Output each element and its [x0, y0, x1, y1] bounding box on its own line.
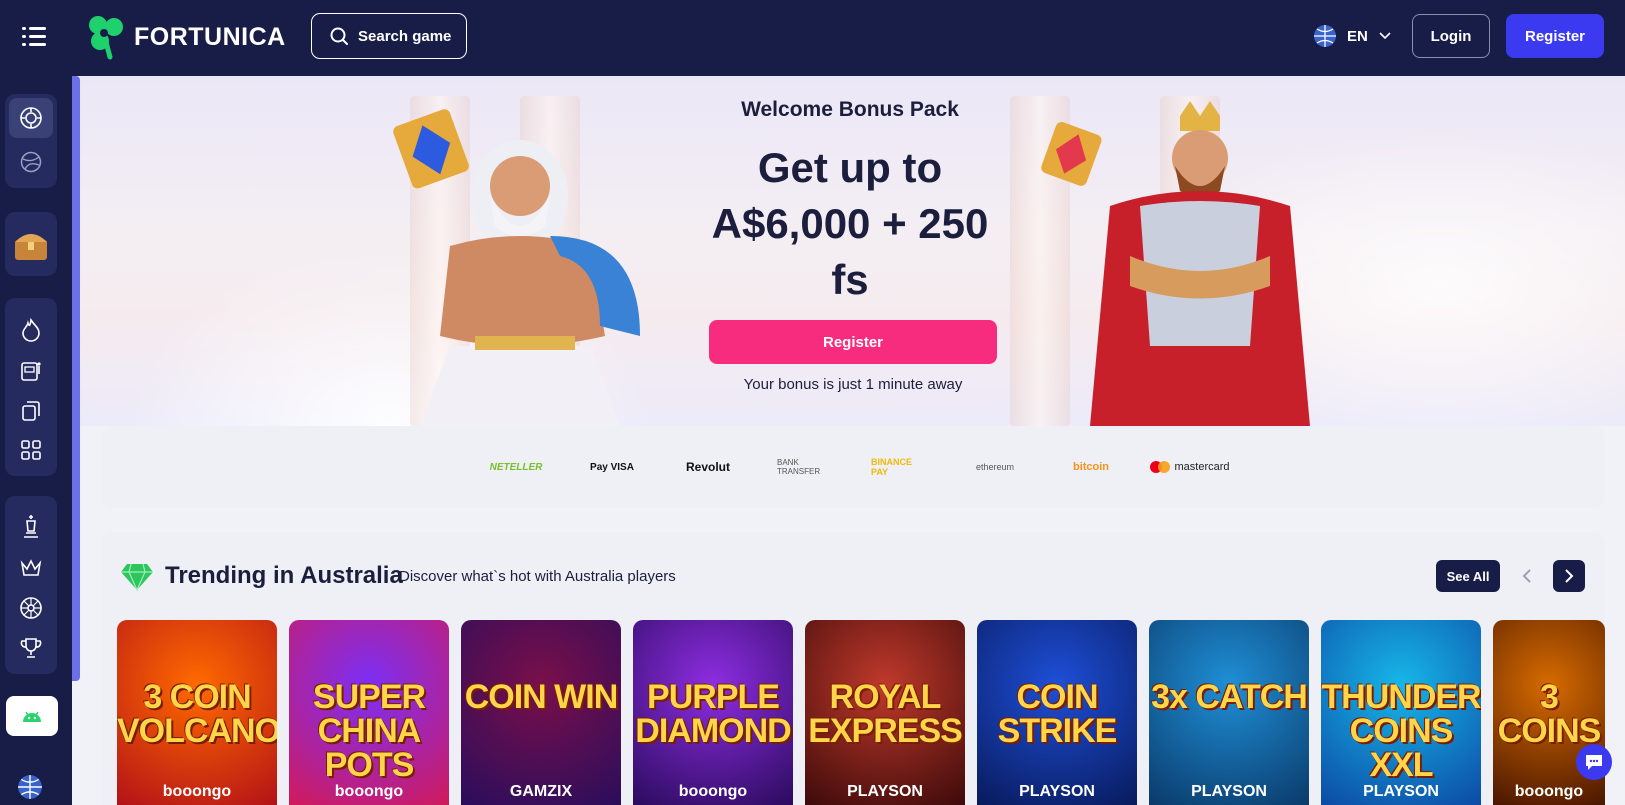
hero-banner: Welcome Bonus Pack Get up to A$6,000 + 2…	[80, 76, 1625, 426]
game-provider: PLAYSON	[1363, 783, 1439, 800]
diamond-icon	[121, 563, 153, 592]
brand-name: FORTUNICA	[134, 22, 286, 51]
hamburger-menu-icon[interactable]	[22, 24, 50, 48]
game-tile[interactable]: PURPLE DIAMOND booongo	[633, 620, 793, 805]
register-button[interactable]: Register	[1506, 14, 1604, 58]
hero-title-line: Get up to	[757, 144, 943, 191]
neteller-logo: NETELLER	[489, 461, 543, 473]
game-tile[interactable]: 3x CATCH PLAYSON	[1149, 620, 1309, 805]
language-code: EN	[1347, 27, 1368, 45]
game-title: COIN WIN	[464, 678, 619, 716]
game-provider: booongo	[162, 783, 232, 800]
language-selector[interactable]: EN	[1313, 20, 1392, 52]
sidebar-group-categories	[5, 298, 57, 476]
sidebar	[0, 76, 72, 805]
mastercard-icon	[1150, 461, 1171, 473]
clover-logo-icon	[89, 16, 123, 60]
search-icon	[330, 27, 348, 45]
carousel-next-button[interactable]	[1553, 560, 1585, 592]
login-button[interactable]: Login	[1412, 14, 1490, 58]
casino-chip-icon[interactable]	[9, 98, 53, 138]
game-tile[interactable]: ROYAL EXPRESS PLAYSON	[805, 620, 965, 805]
game-tile[interactable]: SUPER CHINA POTS booongo	[289, 620, 449, 805]
cards-icon[interactable]	[9, 390, 53, 430]
globe-icon[interactable]	[17, 774, 43, 805]
trending-subtitle: Discover what`s hot with Australia playe…	[399, 568, 676, 585]
game-provider: PLAYSON	[1191, 783, 1267, 800]
king-character-image	[1041, 101, 1310, 426]
game-title: ROYAL EXPRESS	[808, 678, 963, 750]
game-title: 3 COIN VOLCANOES	[117, 678, 277, 750]
grid-icon[interactable]	[9, 430, 53, 470]
brand-logo[interactable]: FORTUNICA	[86, 12, 286, 62]
search-label: Search game	[358, 27, 452, 45]
trophy-icon[interactable]	[9, 628, 53, 668]
hero-title-line: fs	[831, 256, 869, 303]
chevron-left-icon	[1522, 569, 1531, 583]
top-bar: FORTUNICA Search game EN Login Register	[0, 0, 1625, 76]
roulette-wheel-icon[interactable]	[9, 588, 53, 628]
hero-title-line: A$6,000 + 250	[711, 200, 989, 247]
game-provider: booongo	[1514, 783, 1584, 800]
game-title: PURPLE DIAMOND	[635, 678, 791, 750]
hero-note: Your bonus is just 1 minute away	[743, 376, 963, 393]
hero-text: Welcome Bonus Pack Get up to A$6,000 + 2…	[680, 98, 1020, 308]
globe-flag-icon	[1314, 25, 1336, 47]
game-title: COIN STRIKE	[997, 678, 1118, 750]
game-tile[interactable]: THUNDER COINS XXL PLAYSON	[1321, 620, 1481, 805]
slot-machine-icon[interactable]	[9, 350, 53, 390]
game-tile[interactable]: COIN WIN GAMZIX	[461, 620, 621, 805]
revolut-logo: Revolut	[685, 460, 730, 474]
chess-icon[interactable]	[9, 506, 53, 546]
game-provider: PLAYSON	[847, 783, 923, 800]
hero-title: Get up to A$6,000 + 250 fs	[680, 140, 1020, 308]
binance-pay-logo: BINANCE PAY	[871, 457, 913, 477]
bitcoin-logo: bitcoin	[1072, 461, 1110, 473]
game-tile[interactable]: COIN STRIKE PLAYSON	[977, 620, 1137, 805]
hero-register-button[interactable]: Register	[709, 320, 997, 364]
game-title: 3x CATCH	[1151, 678, 1308, 716]
sidebar-scrollbar[interactable]	[72, 76, 80, 681]
game-provider: PLAYSON	[1019, 783, 1095, 800]
sports-ball-icon[interactable]	[9, 142, 53, 182]
search-game-button[interactable]: Search game	[311, 13, 467, 59]
flame-icon[interactable]	[9, 310, 53, 350]
mastercard-logo: mastercard	[1145, 456, 1235, 478]
sidebar-group-promo	[5, 212, 57, 276]
hero-subtitle: Welcome Bonus Pack	[741, 98, 959, 121]
chevron-down-icon	[1379, 32, 1391, 40]
game-title: THUNDER COINS XXL	[1321, 678, 1481, 784]
payment-methods-strip: NETELLER Pay VISA Revolut BANK TRANSFER …	[101, 426, 1605, 508]
game-title: SUPER CHINA POTS	[312, 678, 426, 784]
bank-transfer-logo: BANK TRANSFER	[777, 458, 821, 476]
mastercard-label: mastercard	[1174, 461, 1230, 473]
game-provider: GAMZIX	[509, 783, 573, 800]
sidebar-group-main	[5, 94, 57, 188]
treasure-chest-icon[interactable]	[9, 224, 53, 264]
chevron-right-icon	[1565, 569, 1574, 583]
carousel-prev-button[interactable]	[1511, 560, 1543, 592]
android-icon	[23, 711, 41, 722]
sidebar-group-extra	[5, 496, 57, 674]
chat-bubble-icon	[1586, 755, 1602, 770]
trending-title: Trending in Australia	[165, 562, 403, 589]
live-chat-button[interactable]	[1576, 744, 1612, 780]
see-all-button[interactable]: See All	[1436, 560, 1500, 592]
apple-pay-logo: Pay VISA	[590, 461, 634, 473]
game-provider: booongo	[678, 783, 748, 800]
ethereum-logo: ethereum	[975, 462, 1015, 472]
zeus-character-image	[393, 109, 640, 426]
game-provider: booongo	[334, 783, 404, 800]
game-title: 3 COINS	[1497, 678, 1602, 750]
crown-icon[interactable]	[9, 548, 53, 588]
android-app-button[interactable]	[6, 696, 58, 736]
game-tile[interactable]: 3 COIN VOLCANOES booongo	[117, 620, 277, 805]
